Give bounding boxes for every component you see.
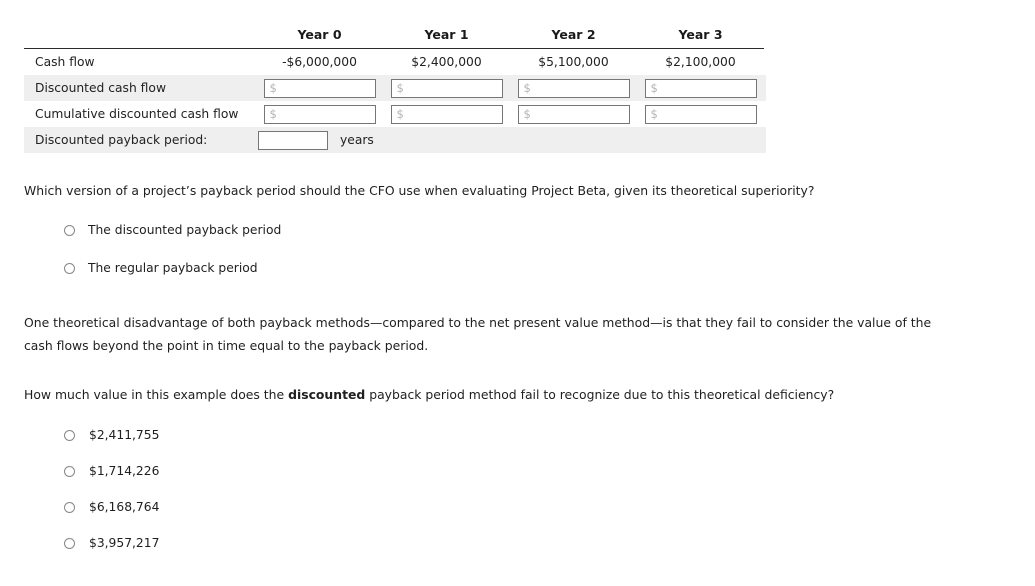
cash-flow-year-2-value: $5,100,000 (538, 55, 609, 69)
row-tail (764, 75, 766, 101)
option-label: The regular payback period (88, 261, 258, 275)
cumulative-discounted-cash-flow-year-2-cell (510, 101, 637, 127)
table-header-blank (24, 22, 256, 49)
question-1-options: The discounted payback period The regula… (64, 221, 281, 297)
discounted-payback-period-cell: years (256, 127, 766, 153)
discounted-payback-period-input[interactable] (258, 130, 328, 150)
cumulative-discounted-cash-flow-year-1-input[interactable] (390, 104, 503, 124)
option-label: The discounted payback period (88, 223, 282, 237)
discounted-cash-flow-year-0-input[interactable] (263, 78, 376, 98)
cumulative-discounted-cash-flow-year-3-cell (637, 101, 764, 127)
cash-flow-table-container: Year 0 Year 1 Year 2 Year 3 Cash flow -$… (24, 22, 766, 153)
radio-button-icon[interactable] (64, 537, 75, 549)
table-row: Discounted cash flow (24, 75, 766, 101)
discounted-cash-flow-year-0-cell (256, 75, 383, 101)
radio-button-icon[interactable] (64, 465, 75, 477)
row-tail (764, 49, 766, 76)
cumulative-discounted-cash-flow-year-0-cell (256, 101, 383, 127)
question-2-prompt-part-1: How much value in this example does the (24, 387, 289, 402)
table-header-row: Year 0 Year 1 Year 2 Year 3 (24, 22, 766, 49)
table-row: Discounted payback period: years (24, 127, 766, 153)
radio-button-icon[interactable] (64, 224, 75, 236)
column-header-year-1: Year 1 (383, 22, 510, 49)
table-header-tail (764, 22, 766, 49)
discounted-cash-flow-year-1-input[interactable] (390, 78, 503, 98)
table-header: Year 0 Year 1 Year 2 Year 3 (24, 22, 766, 49)
option-label: $1,714,226 (89, 464, 160, 478)
cumulative-discounted-cash-flow-year-2-input[interactable] (517, 104, 630, 124)
row-tail (764, 101, 766, 127)
question-2-prompt: How much value in this example does the … (24, 384, 984, 407)
cumulative-discounted-cash-flow-year-3-input[interactable] (644, 104, 757, 124)
option-label: $3,957,217 (89, 536, 160, 550)
option-amount-4[interactable]: $3,957,217 (64, 534, 159, 552)
question-2-options: $2,411,755 $1,714,226 $6,168,764 $3,957,… (64, 426, 159, 570)
question-2-prompt-emphasis: discounted (288, 387, 366, 402)
cumulative-discounted-cash-flow-year-1-cell (383, 101, 510, 127)
column-header-year-2: Year 2 (510, 22, 637, 49)
discounted-cash-flow-year-3-cell (637, 75, 764, 101)
option-label: $2,411,755 (89, 428, 160, 442)
option-discounted-payback-period[interactable]: The discounted payback period (64, 221, 281, 239)
cash-flow-year-3-value: $2,100,000 (665, 55, 736, 69)
row-label-discounted-cash-flow: Discounted cash flow (24, 75, 256, 101)
row-label-discounted-payback-period: Discounted payback period: (24, 127, 256, 153)
question-2-prompt-part-2: payback period method fail to recognize … (365, 387, 835, 402)
question-1-prompt: Which version of a project’s payback per… (24, 183, 815, 198)
option-amount-3[interactable]: $6,168,764 (64, 498, 159, 516)
table-body: Cash flow -$6,000,000 $2,400,000 $5,100,… (24, 49, 766, 153)
cumulative-discounted-cash-flow-year-0-input[interactable] (263, 104, 376, 124)
table-row: Cash flow -$6,000,000 $2,400,000 $5,100,… (24, 49, 766, 76)
radio-button-icon[interactable] (64, 429, 75, 441)
column-header-year-3: Year 3 (637, 22, 764, 49)
option-amount-2[interactable]: $1,714,226 (64, 462, 159, 480)
row-label-cash-flow: Cash flow (35, 55, 95, 69)
cash-flow-year-1-value: $2,400,000 (411, 55, 482, 69)
option-amount-1[interactable]: $2,411,755 (64, 426, 159, 444)
discounted-cash-flow-year-1-cell (383, 75, 510, 101)
table-row: Cumulative discounted cash flow (24, 101, 766, 127)
discounted-cash-flow-year-2-cell (510, 75, 637, 101)
column-header-year-0: Year 0 (256, 22, 383, 49)
discounted-cash-flow-year-3-input[interactable] (644, 78, 757, 98)
row-label-cumulative-discounted-cash-flow: Cumulative discounted cash flow (35, 107, 239, 121)
discounted-cash-flow-year-2-input[interactable] (517, 78, 630, 98)
radio-button-icon[interactable] (64, 501, 75, 513)
option-label: $6,168,764 (89, 500, 160, 514)
theoretical-disadvantage-paragraph: One theoretical disadvantage of both pay… (24, 315, 932, 353)
radio-button-icon[interactable] (64, 262, 75, 274)
years-unit-label: years (340, 133, 374, 147)
option-regular-payback-period[interactable]: The regular payback period (64, 259, 281, 277)
cash-flow-table: Year 0 Year 1 Year 2 Year 3 Cash flow -$… (24, 22, 766, 153)
cash-flow-year-0-value: -$6,000,000 (282, 55, 357, 69)
